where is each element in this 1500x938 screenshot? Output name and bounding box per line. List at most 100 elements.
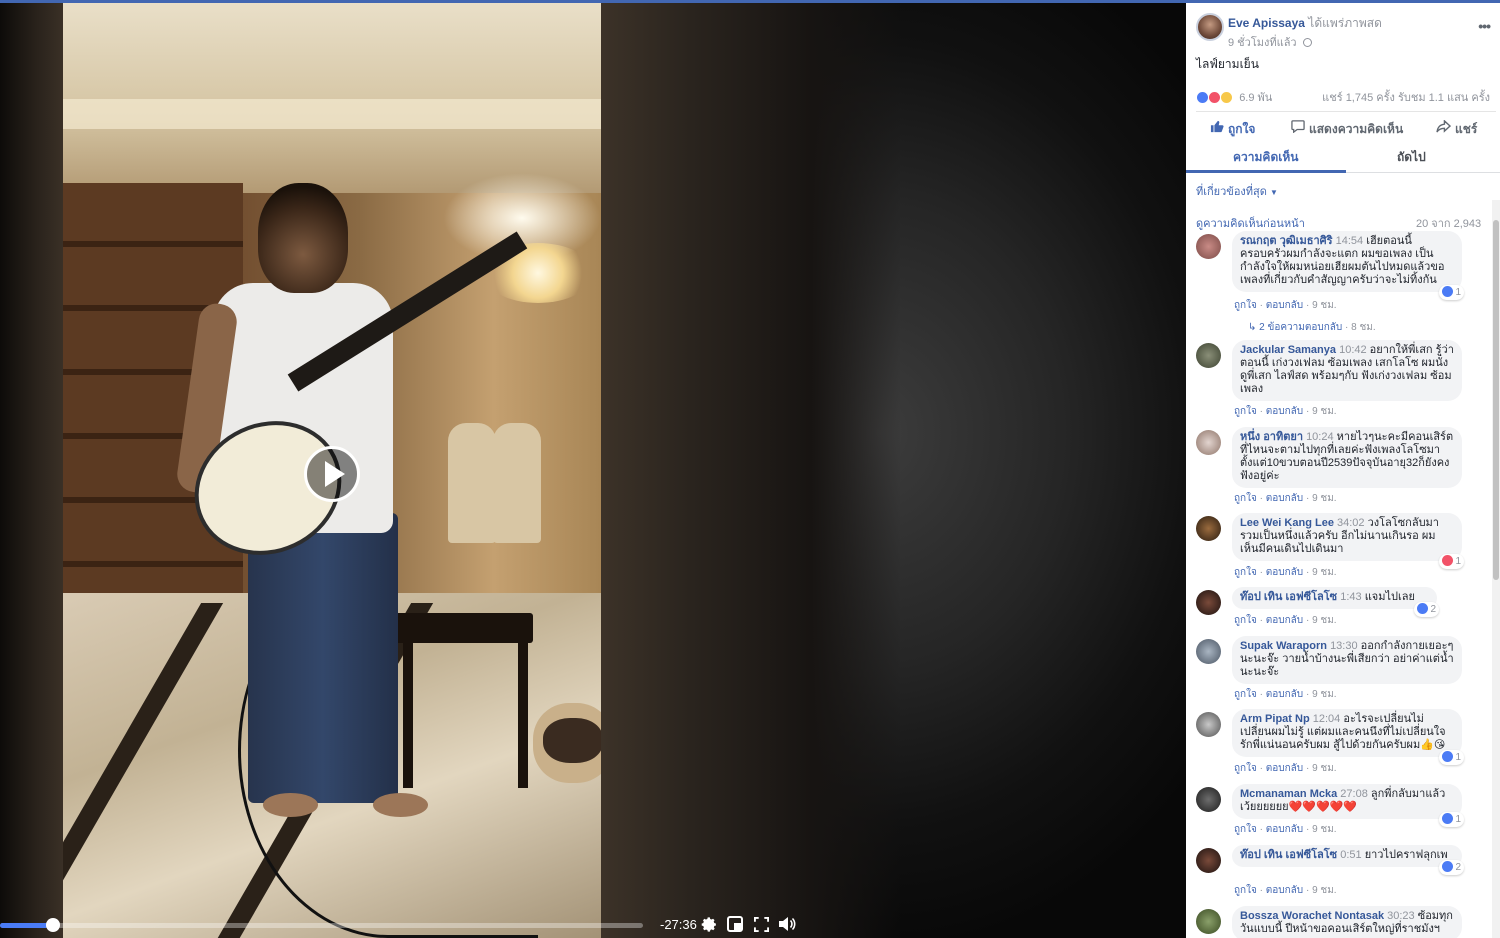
comment-text: แจมไปเลย — [1364, 591, 1415, 603]
comment-timestamp[interactable]: 27:08 — [1340, 788, 1368, 800]
avatar[interactable] — [1196, 639, 1221, 664]
comment-bubble: Mcmanaman Mcka 27:08 ลูกพี่กลับมาแล้วเว้… — [1232, 784, 1464, 827]
globe-icon — [1302, 38, 1312, 47]
comment-like-link[interactable]: ถูกใจ — [1234, 763, 1257, 774]
comment-timestamp[interactable]: 30:23 — [1387, 910, 1415, 922]
comment-author[interactable]: ท๊อป เทิน เอฟซีโลโซ — [1240, 591, 1337, 603]
comment-author[interactable]: Supak Waraporn — [1240, 640, 1327, 652]
avatar[interactable] — [1196, 848, 1221, 873]
share-button[interactable]: แชร์ — [1436, 119, 1477, 139]
comment-reply-link[interactable]: ตอบกลับ — [1266, 300, 1303, 311]
comment-meta: ถูกใจ · ตอบกลับ · 9 ชม. — [1234, 689, 1337, 700]
comment-timestamp[interactable]: 12:04 — [1313, 713, 1341, 725]
comment-reaction-badge[interactable]: 1 — [1439, 554, 1464, 569]
comment-author[interactable]: รณกฤต วุฒิเมธาศิริ — [1240, 235, 1333, 247]
comment-like-link[interactable]: ถูกใจ — [1234, 493, 1257, 504]
avatar[interactable] — [1196, 787, 1221, 812]
pip-icon[interactable] — [726, 915, 744, 933]
avatar[interactable] — [1196, 909, 1221, 934]
comment-timestamp[interactable]: 0:51 — [1340, 849, 1361, 861]
comment-meta: ถูกใจ · ตอบกลับ · 9 ชม. — [1234, 885, 1337, 896]
remaining-time: -27:36 — [660, 917, 697, 932]
wow-reaction-icon[interactable] — [1220, 91, 1234, 104]
comment-reaction-badge[interactable]: 2 — [1414, 602, 1439, 617]
comment-timestamp[interactable]: 13:30 — [1330, 640, 1358, 652]
comment-author[interactable]: Jackular Samanya — [1240, 344, 1336, 356]
like-reaction-icon[interactable] — [1196, 91, 1209, 104]
like-button[interactable]: ถูกใจ — [1210, 120, 1255, 139]
comment-reply-link[interactable]: ตอบกลับ — [1266, 567, 1303, 578]
comment-like-link[interactable]: ถูกใจ — [1234, 406, 1257, 417]
avatar[interactable] — [1196, 234, 1221, 259]
comment-reply-link[interactable]: ตอบกลับ — [1266, 615, 1303, 626]
heart-icon — [1442, 555, 1454, 566]
comment-button[interactable]: แสดงความคิดเห็น — [1291, 120, 1403, 139]
comment-like-link[interactable]: ถูกใจ — [1234, 300, 1257, 311]
comment-author[interactable]: Mcmanaman Mcka — [1240, 788, 1337, 800]
fullscreen-icon[interactable] — [752, 915, 770, 933]
comment-reaction-badge[interactable]: 1 — [1439, 285, 1464, 300]
comment-reply-link[interactable]: ตอบกลับ — [1266, 493, 1303, 504]
comment-bubble: หนึ่ง อาทิตยา 10:24 หายไวๆนะคะมีคอนเสิร์… — [1232, 427, 1462, 488]
comment-icon — [1291, 120, 1305, 136]
video-controls: -27:36 — [0, 906, 1186, 938]
comment-author[interactable]: Lee Wei Kang Lee — [1240, 517, 1334, 529]
avatar[interactable] — [1196, 430, 1221, 455]
scrollbar-thumb[interactable] — [1493, 220, 1499, 580]
comment-like-link[interactable]: ถูกใจ — [1234, 885, 1257, 896]
comment-author[interactable]: Arm Pipat Np — [1240, 713, 1310, 725]
comment-bubble: ท๊อป เทิน เอฟซีโลโซ 0:51 ยาวไปคราฟลุกเพ … — [1232, 845, 1464, 875]
play-button[interactable] — [304, 446, 360, 502]
like-icon — [1442, 751, 1454, 762]
author-name[interactable]: Eve Apissaya — [1228, 16, 1305, 30]
comment-text: ยาวไปคราฟลุกเพ — [1364, 849, 1448, 861]
avatar[interactable] — [1196, 343, 1221, 368]
tab-comments[interactable]: ความคิดเห็น — [1233, 148, 1298, 167]
comment-author[interactable]: ท๊อป เทิน เอฟซีโลโซ — [1240, 849, 1337, 861]
comment-meta: ถูกใจ · ตอบกลับ · 9 ชม. — [1234, 406, 1337, 417]
view-replies-link[interactable]: ↳ 2 ข้อความตอบกลับ · 8 ชม. — [1248, 320, 1376, 335]
comment-timestamp[interactable]: 1:43 — [1340, 591, 1361, 603]
comment-filter-dropdown[interactable]: ที่เกี่ยวข้องที่สุด ▼ — [1196, 182, 1278, 200]
avatar[interactable] — [1196, 516, 1221, 541]
comment-bubble: รณกฤต วุฒิเมธาศิริ 14:54 เฮียตอนนี้ครอบค… — [1232, 231, 1464, 300]
comment-like-link[interactable]: ถูกใจ — [1234, 689, 1257, 700]
shares-views[interactable]: แชร์ 1,745 ครั้ง รับชม 1.1 แสน ครั้ง — [1322, 88, 1490, 106]
comment-reaction-badge[interactable]: 1 — [1439, 750, 1464, 765]
comment-timestamp[interactable]: 14:54 — [1336, 235, 1364, 247]
comment-reply-link[interactable]: ตอบกลับ — [1266, 763, 1303, 774]
avatar[interactable] — [1196, 590, 1221, 615]
progress-fill — [0, 923, 49, 928]
video-player[interactable]: -27:36 — [0, 3, 1186, 938]
gear-icon[interactable] — [700, 915, 718, 933]
comment-like-link[interactable]: ถูกใจ — [1234, 615, 1257, 626]
volume-icon[interactable] — [778, 915, 796, 933]
comments-scrollbar[interactable] — [1492, 200, 1500, 938]
comment-reply-link[interactable]: ตอบกลับ — [1266, 824, 1303, 835]
comment-bubble: Supak Waraporn 13:30 ออกกำลังกายเยอะๆนะน… — [1232, 636, 1462, 684]
avatar[interactable] — [1196, 13, 1224, 41]
progress-bar[interactable] — [0, 923, 643, 928]
comment-timestamp[interactable]: 34:02 — [1337, 517, 1365, 529]
post-timestamp[interactable]: 9 ชั่วโมงที่แล้ว — [1228, 37, 1297, 49]
comment-timestamp[interactable]: 10:42 — [1339, 344, 1367, 356]
comment-like-link[interactable]: ถูกใจ — [1234, 824, 1257, 835]
like-icon — [1442, 861, 1454, 872]
progress-handle[interactable] — [46, 918, 60, 932]
comment-author[interactable]: Bossza Worachet Nontasak — [1240, 910, 1384, 922]
more-options-icon[interactable]: ••• — [1478, 18, 1491, 34]
love-reaction-icon[interactable] — [1208, 91, 1222, 104]
comment-reaction-badge[interactable]: 1 — [1439, 812, 1464, 827]
comment-timestamp[interactable]: 10:24 — [1306, 431, 1334, 443]
post-panel: Eve Apissaya ได้แพร่ภาพสด 9 ชั่วโมงที่แล… — [1186, 3, 1500, 938]
tab-next[interactable]: ถัดไป — [1397, 148, 1426, 167]
comment-author[interactable]: หนึ่ง อาทิตยา — [1240, 431, 1303, 443]
comment-reply-link[interactable]: ตอบกลับ — [1266, 406, 1303, 417]
comment-like-link[interactable]: ถูกใจ — [1234, 567, 1257, 578]
avatar[interactable] — [1196, 712, 1221, 737]
comment-reply-link[interactable]: ตอบกลับ — [1266, 885, 1303, 896]
comment-reply-link[interactable]: ตอบกลับ — [1266, 689, 1303, 700]
reaction-count[interactable]: 6.9 พัน — [1239, 92, 1272, 104]
comment-reaction-badge[interactable]: 2 — [1439, 860, 1464, 875]
previous-comments-link[interactable]: ดูความคิดเห็นก่อนหน้า — [1196, 214, 1305, 232]
